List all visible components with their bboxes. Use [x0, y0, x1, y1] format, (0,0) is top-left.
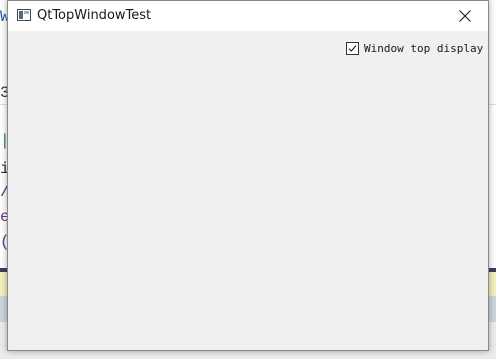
close-button[interactable] — [442, 1, 488, 31]
checkbox-label[interactable]: Window top display — [364, 42, 483, 55]
title-bar[interactable]: QtTopWindowTest — [8, 1, 488, 31]
client-area: Window top display — [8, 31, 488, 350]
checkbox-box[interactable] — [346, 42, 359, 55]
main-window: QtTopWindowTest Window top display — [7, 0, 489, 351]
checkmark-icon — [348, 45, 357, 52]
window-top-display-checkbox[interactable]: Window top display — [346, 42, 483, 55]
window-title: QtTopWindowTest — [37, 8, 152, 23]
close-icon — [459, 10, 471, 22]
window-icon[interactable] — [17, 9, 31, 21]
